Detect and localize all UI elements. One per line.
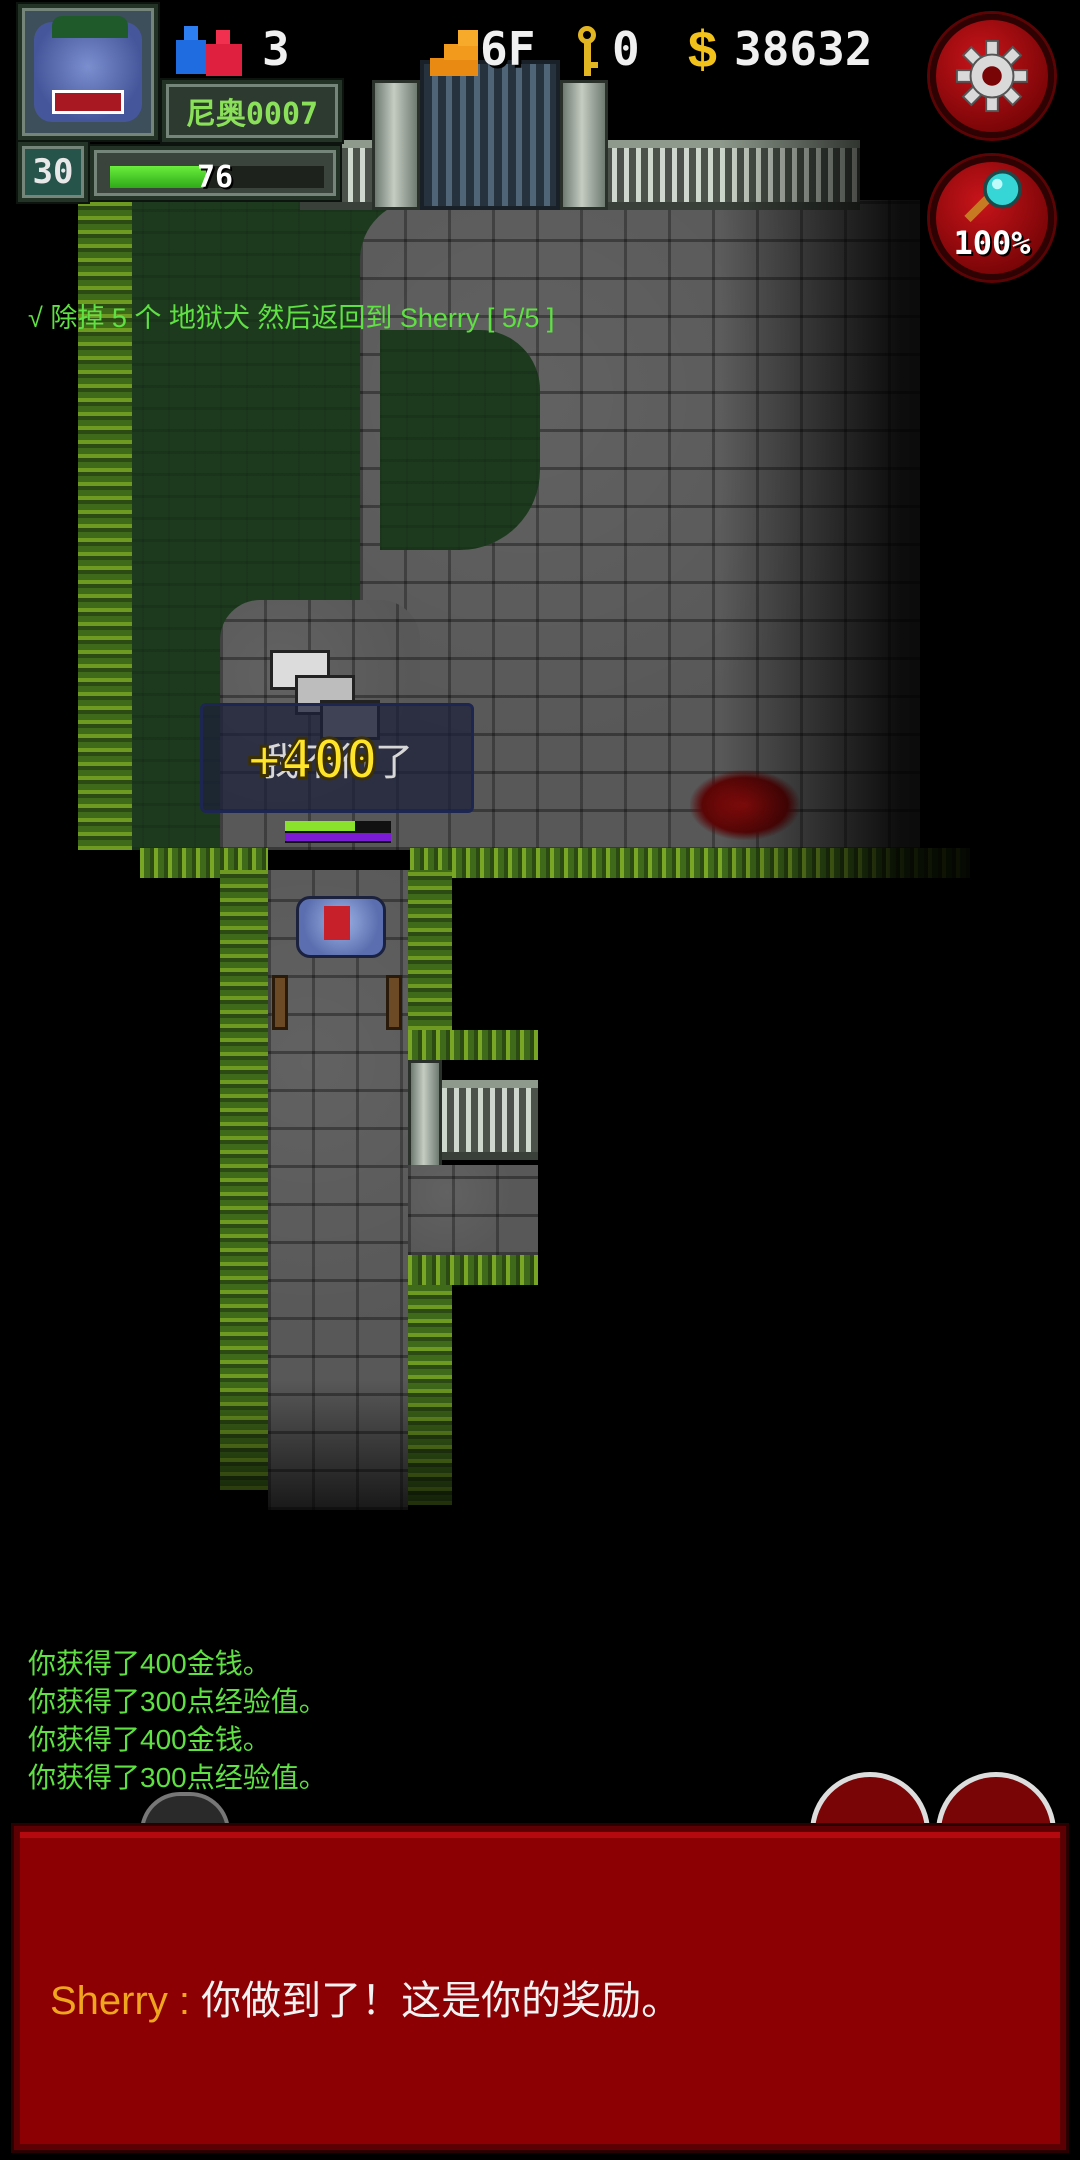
dialog-text: 你做到了！这是你的奖励。 xyxy=(201,1979,682,2023)
portrait-mouth xyxy=(52,90,124,114)
zoom-value: 100% xyxy=(953,224,1031,262)
side-room-hedge-top xyxy=(408,1030,538,1060)
settings-button[interactable] xyxy=(930,14,1054,138)
zoom-button[interactable]: 100% xyxy=(930,156,1054,280)
quickslot-right-2-partial[interactable] xyxy=(936,1772,1056,1832)
strength-potion-icon xyxy=(176,26,262,78)
key-icon xyxy=(576,26,598,78)
corridor-hedge-right xyxy=(408,870,452,1030)
level-badge: 30 xyxy=(18,142,88,202)
hero-portrait[interactable] xyxy=(18,4,158,140)
lower-hedge-top xyxy=(408,1255,538,1285)
gate-pillar-right xyxy=(560,80,608,210)
hp-value: 76 xyxy=(196,160,234,195)
log-line: 你获得了400金钱。 xyxy=(28,1648,271,1679)
dialog-box[interactable]: Sherry : 你做到了！这是你的奖励。 xyxy=(14,1826,1066,2150)
door-right xyxy=(386,975,402,1030)
keys-value: 0 xyxy=(612,22,640,76)
log-line: 你获得了400金钱。 xyxy=(28,1724,271,1755)
dialog-separator: : xyxy=(167,1979,202,2023)
log-line: 你获得了300点经验值。 xyxy=(28,1686,327,1717)
gold-value: 38632 xyxy=(734,22,873,76)
level-value: 30 xyxy=(32,152,74,192)
quickslot-right-1-partial[interactable] xyxy=(810,1772,930,1832)
iron-gate[interactable] xyxy=(420,60,560,210)
hero-name: 尼奥0007 xyxy=(185,97,319,132)
dialog-line: Sherry : 你做到了！这是你的奖励。 xyxy=(50,1968,681,2026)
hero-name-plate: 尼奥0007 xyxy=(162,80,342,142)
dollar-icon: $ xyxy=(688,21,717,79)
door-left xyxy=(272,975,288,1030)
side-fence-pillar xyxy=(408,1060,442,1170)
log-line: 你获得了300点经验值。 xyxy=(28,1762,327,1793)
gate-pillar-left xyxy=(372,80,420,210)
dialog-speaker: Sherry xyxy=(50,1979,168,2023)
hp-bar: 76 xyxy=(90,146,340,200)
game-world[interactable]: 我不行了 +400 xyxy=(0,0,1080,1560)
gold-gain-floating-text: +400 xyxy=(246,727,379,793)
gear-icon xyxy=(955,39,1029,113)
quest-tracker[interactable]: √ 除掉 5 个 地狱犬 然后返回到 Sherry [ 5/5 ] xyxy=(28,296,554,335)
floor-value: 6F xyxy=(480,22,536,76)
fog-of-war-bottom xyxy=(0,1380,1080,1560)
grass-tongue xyxy=(380,330,540,550)
enemy-health-bar xyxy=(285,821,391,843)
strength-value: 3 xyxy=(262,22,290,76)
stairs-icon xyxy=(430,28,478,76)
portrait-hood xyxy=(52,16,128,38)
hero-sprite[interactable] xyxy=(286,892,396,966)
side-room-floor xyxy=(408,1165,538,1255)
magnifier-icon xyxy=(964,170,1022,223)
